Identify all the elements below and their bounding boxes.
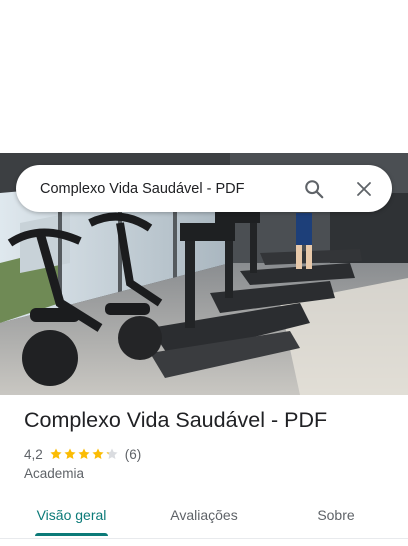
tab-reviews[interactable]: Avaliações (155, 496, 253, 536)
star-icon (64, 448, 76, 459)
place-title: Complexo Vida Saudável - PDF (24, 408, 328, 432)
search-bar[interactable]: Complexo Vida Saudável - PDF (16, 165, 392, 212)
star-icon (106, 448, 118, 459)
search-button[interactable] (294, 169, 334, 209)
close-icon (357, 181, 371, 196)
star-icon (92, 448, 104, 459)
tab-about[interactable]: Sobre (296, 496, 376, 536)
star-rating (49, 447, 119, 461)
active-tab-indicator (35, 533, 108, 536)
review-count[interactable]: (6) (125, 447, 142, 462)
rating-row[interactable]: 4,2 (6) (24, 445, 141, 463)
search-icon (305, 179, 324, 198)
rating-value: 4,2 (24, 446, 43, 462)
tab-overview[interactable]: Visão geral (23, 496, 120, 536)
place-category: Academia (24, 466, 85, 481)
search-input[interactable]: Complexo Vida Saudável - PDF (40, 181, 294, 197)
star-icon (50, 448, 62, 459)
close-button[interactable] (344, 169, 384, 209)
star-icon (78, 448, 90, 459)
tab-bar: Visão geral Avaliações Sobre (0, 496, 408, 539)
